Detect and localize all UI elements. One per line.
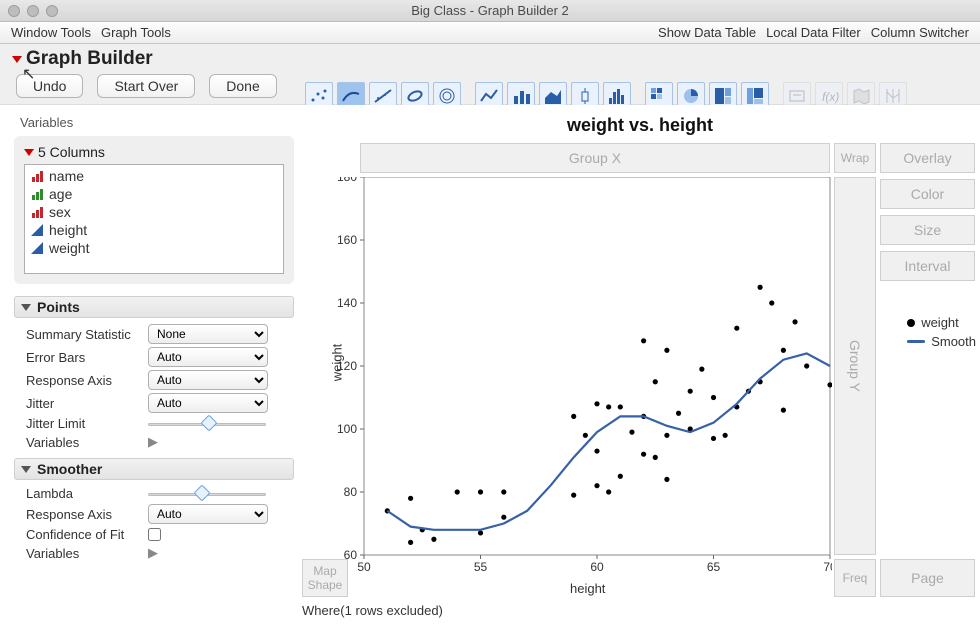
- graph-area: weight vs. height Group X Wrap Overlay C…: [300, 105, 980, 624]
- smoother-variables-label: Variables: [26, 546, 148, 561]
- legend-dot-icon: [907, 319, 915, 327]
- column-label: height: [49, 222, 87, 238]
- svg-text:60: 60: [590, 560, 604, 574]
- smoother-fields: Lambda Response AxisAuto Confidence of F…: [8, 482, 300, 567]
- color-dropzone[interactable]: Color: [880, 179, 975, 209]
- done-button[interactable]: Done: [209, 74, 276, 98]
- jitter-select[interactable]: Auto: [148, 393, 268, 413]
- svg-text:80: 80: [344, 485, 358, 499]
- smoother-section-label: Smoother: [37, 461, 102, 477]
- column-label: name: [49, 168, 84, 184]
- column-label: age: [49, 186, 72, 202]
- svg-text:50: 50: [357, 560, 371, 574]
- wrap-dropzone[interactable]: Wrap: [834, 143, 876, 173]
- column-item[interactable]: height: [29, 221, 279, 239]
- menu-column-switcher[interactable]: Column Switcher: [868, 23, 972, 42]
- toolbar-menu: Window Tools Graph Tools Show Data Table…: [0, 22, 980, 44]
- smoother-response-axis-label: Response Axis: [26, 507, 148, 522]
- svg-text:180: 180: [337, 177, 357, 184]
- svg-text:65: 65: [707, 560, 721, 574]
- svg-text:60: 60: [344, 548, 358, 562]
- columns-disclosure-icon[interactable]: [24, 149, 34, 156]
- columns-header[interactable]: 5 Columns: [24, 144, 284, 160]
- continuous-icon: [31, 224, 43, 236]
- legend-line-icon: [907, 340, 925, 343]
- svg-text:120: 120: [337, 359, 357, 373]
- points-fields: Summary StatisticNone Error BarsAuto Res…: [8, 320, 300, 456]
- menu-local-data-filter[interactable]: Local Data Filter: [763, 23, 864, 42]
- column-item[interactable]: weight: [29, 239, 279, 257]
- cursor-icon: ↖: [22, 64, 35, 84]
- legend-item-points[interactable]: weight: [907, 315, 976, 330]
- jitter-label: Jitter: [26, 396, 148, 411]
- scatter-plot[interactable]: 60 80 100 120 140 160 180 50 55 60 65 70: [334, 177, 832, 577]
- nominal-icon: [31, 206, 43, 218]
- error-bars-label: Error Bars: [26, 350, 148, 365]
- legend-item-smooth[interactable]: Smooth: [907, 334, 976, 349]
- confidence-checkbox[interactable]: [148, 528, 161, 541]
- jitter-limit-slider[interactable]: [148, 418, 266, 430]
- filter-footer-note: Where(1 rows excluded): [302, 603, 443, 618]
- variables-panel: 5 Columns name age sex height weight: [14, 136, 294, 284]
- chart-title: weight vs. height: [300, 105, 980, 140]
- columns-count-label: 5 Columns: [38, 144, 105, 160]
- legend-label: Smooth: [931, 334, 976, 349]
- points-section-label: Points: [37, 299, 80, 315]
- window-title: Big Class - Graph Builder 2: [0, 3, 980, 18]
- svg-text:140: 140: [337, 296, 357, 310]
- column-item[interactable]: age: [29, 185, 279, 203]
- points-section-header[interactable]: Points: [14, 296, 294, 318]
- expand-right-icon[interactable]: ▶: [148, 434, 158, 450]
- error-bars-select[interactable]: Auto: [148, 347, 268, 367]
- menu-graph-tools[interactable]: Graph Tools: [98, 23, 174, 42]
- smoother-section-header[interactable]: Smoother: [14, 458, 294, 480]
- graph-builder-label: Graph Builder: [26, 48, 153, 70]
- smoother-response-axis-select[interactable]: Auto: [148, 504, 268, 524]
- column-label: sex: [49, 204, 71, 220]
- column-item[interactable]: sex: [29, 203, 279, 221]
- svg-text:100: 100: [337, 422, 357, 436]
- nominal-icon: [31, 170, 43, 182]
- points-variables-label: Variables: [26, 435, 148, 450]
- column-item[interactable]: name: [29, 167, 279, 185]
- group-x-dropzone[interactable]: Group X: [360, 143, 830, 173]
- group-y-dropzone[interactable]: Group Y: [834, 177, 876, 555]
- menu-window-tools[interactable]: Window Tools: [8, 23, 94, 42]
- page-title: Graph Builder: [12, 48, 972, 70]
- x-axis-title: height: [570, 581, 605, 596]
- jitter-limit-label: Jitter Limit: [26, 416, 148, 431]
- page-dropzone[interactable]: Page: [880, 559, 975, 597]
- ordinal-icon: [31, 188, 43, 200]
- svg-text:55: 55: [474, 560, 488, 574]
- outline-disclosure-icon[interactable]: [12, 56, 22, 63]
- columns-list[interactable]: name age sex height weight: [24, 164, 284, 274]
- size-dropzone[interactable]: Size: [880, 215, 975, 245]
- variables-label: Variables: [8, 111, 300, 134]
- disclosure-icon: [21, 466, 31, 473]
- svg-text:160: 160: [337, 233, 357, 247]
- disclosure-icon: [21, 304, 31, 311]
- continuous-icon: [31, 242, 43, 254]
- column-label: weight: [49, 240, 89, 256]
- confidence-label: Confidence of Fit: [26, 527, 148, 542]
- summary-statistic-label: Summary Statistic: [26, 327, 148, 342]
- expand-right-icon[interactable]: ▶: [148, 545, 158, 561]
- sidebar: Variables 5 Columns name age sex height …: [0, 105, 300, 624]
- menu-show-data-table[interactable]: Show Data Table: [655, 23, 759, 42]
- titlebar: Big Class - Graph Builder 2: [0, 0, 980, 22]
- lambda-label: Lambda: [26, 486, 148, 501]
- chart-legend: weight Smooth: [907, 315, 976, 353]
- start-over-button[interactable]: Start Over: [97, 74, 195, 98]
- lambda-slider[interactable]: [148, 488, 266, 500]
- legend-label: weight: [921, 315, 959, 330]
- svg-text:f(x): f(x): [822, 90, 839, 104]
- freq-dropzone[interactable]: Freq: [834, 559, 876, 597]
- summary-statistic-select[interactable]: None: [148, 324, 268, 344]
- response-axis-label: Response Axis: [26, 373, 148, 388]
- svg-text:70: 70: [823, 560, 832, 574]
- interval-dropzone[interactable]: Interval: [880, 251, 975, 281]
- response-axis-select[interactable]: Auto: [148, 370, 268, 390]
- overlay-dropzone[interactable]: Overlay: [880, 143, 975, 173]
